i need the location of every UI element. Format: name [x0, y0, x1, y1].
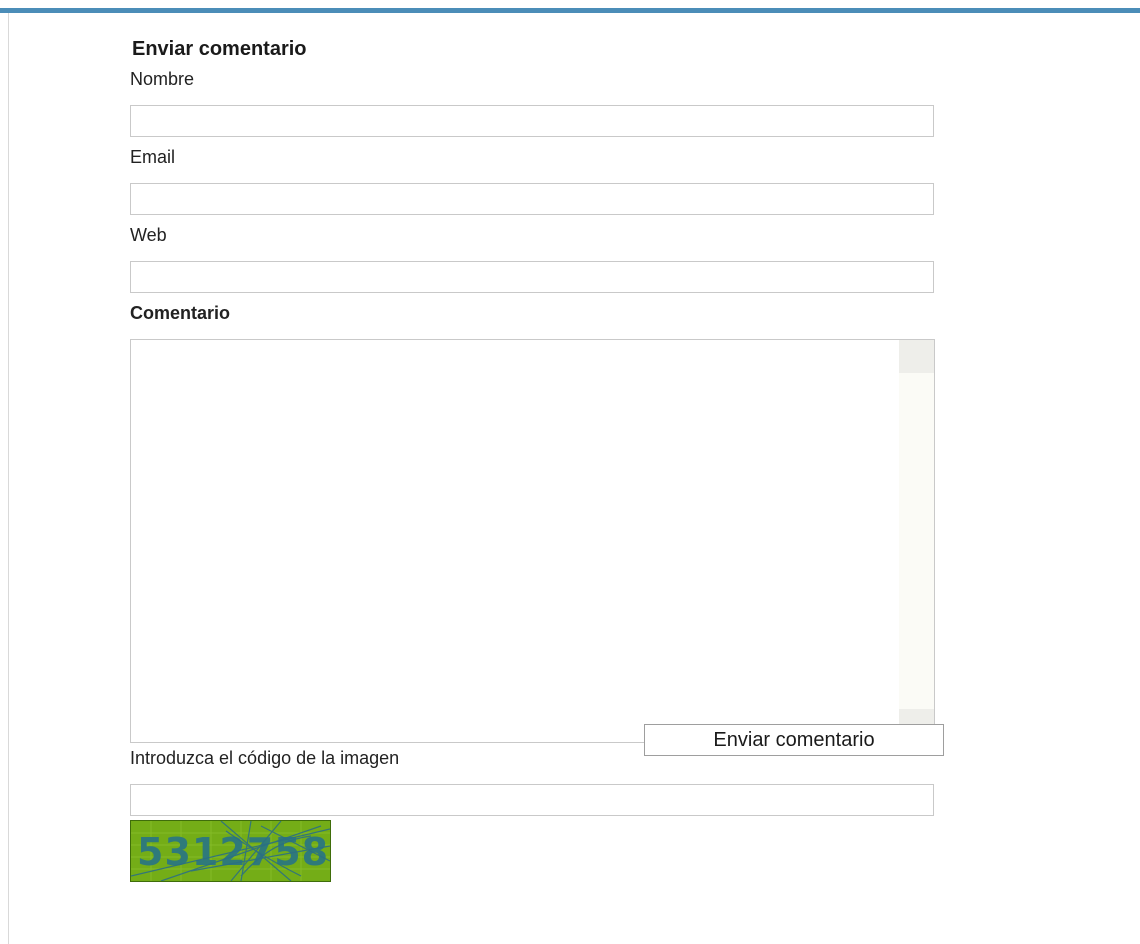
comment-scrollbar[interactable]	[899, 340, 934, 742]
captcha-label: Introduzca el código de la imagen	[130, 748, 400, 768]
web-input[interactable]	[130, 261, 934, 293]
name-label: Nombre	[130, 69, 195, 89]
captcha-image: 5312758	[130, 820, 331, 882]
captcha-input[interactable]	[130, 784, 934, 816]
name-input[interactable]	[130, 105, 934, 137]
captcha-graphic: 5312758	[131, 821, 330, 881]
web-label: Web	[130, 225, 167, 245]
submit-comment-button[interactable]: Enviar comentario	[644, 724, 944, 756]
page: Enviar comentario Nombre Email Web Comen…	[0, 0, 1140, 944]
email-input[interactable]	[130, 183, 934, 215]
comment-textarea[interactable]	[131, 340, 899, 742]
top-accent-bar	[0, 8, 1140, 13]
comment-textarea-container	[130, 339, 935, 743]
scroll-up-button[interactable]	[899, 340, 934, 373]
email-label: Email	[130, 147, 176, 167]
comment-label: Comentario	[130, 303, 231, 323]
form-title: Enviar comentario	[132, 38, 307, 60]
left-border	[8, 13, 9, 944]
